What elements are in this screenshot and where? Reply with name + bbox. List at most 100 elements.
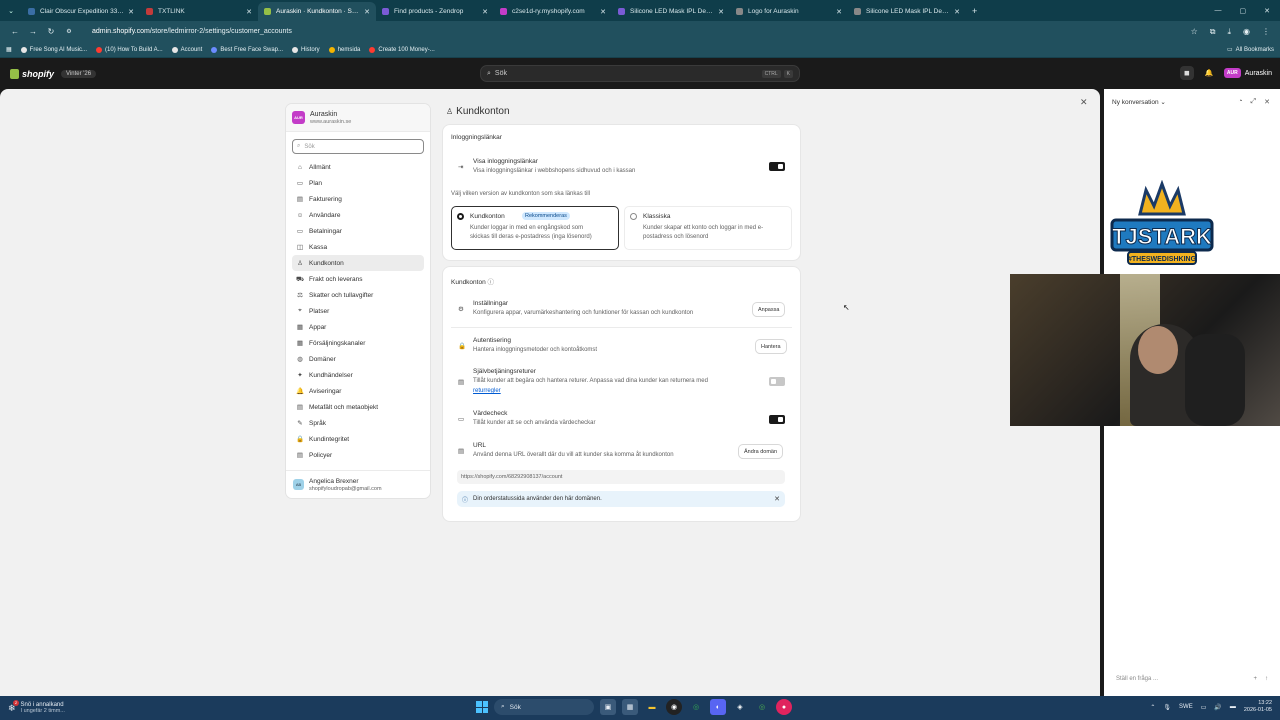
sidebar-item[interactable]: ⛟ Frakt och leverans — [292, 271, 424, 287]
sidebar-item[interactable]: 🔒 Kundintegritet — [292, 431, 424, 447]
option-classic-accounts[interactable]: Klassiska Kunder skapar ett konto och lo… — [624, 206, 792, 250]
close-tab-icon[interactable]: ✕ — [364, 8, 370, 16]
profile-icon[interactable]: ◉ — [1243, 27, 1250, 37]
close-tab-icon[interactable]: ✕ — [128, 8, 134, 16]
download-icon[interactable]: ⤓ — [1227, 27, 1231, 37]
chat-title[interactable]: Ny konversation ⌄ — [1112, 98, 1166, 106]
url-field[interactable]: admin.shopify.com/store/ledmirror-2/sett… — [92, 28, 1191, 35]
sidebar-item[interactable]: ▭ Betalningar — [292, 223, 424, 239]
bookmark-item[interactable]: (10) How To Build A... — [96, 46, 163, 53]
browser-menu-icon[interactable]: ⋮ — [1262, 27, 1270, 37]
close-tab-icon[interactable]: ✕ — [836, 8, 842, 16]
dismiss-banner-icon[interactable]: ✕ — [774, 495, 780, 503]
radio-new-accounts[interactable] — [457, 213, 464, 220]
sidebar-item[interactable]: ⌂ Allmänt — [292, 159, 424, 175]
maximize-icon[interactable]: ▢ — [1240, 7, 1247, 15]
expand-icon[interactable]: ⤢ — [1251, 98, 1257, 106]
site-info-icon[interactable]: ⚙ — [60, 28, 78, 35]
back-icon[interactable]: ← — [6, 27, 24, 36]
return-rules-link[interactable]: returregler — [473, 388, 501, 394]
customize-button[interactable]: Anpassa — [753, 303, 785, 316]
file-explorer-icon[interactable]: ▬ — [644, 699, 660, 715]
bookmark-item[interactable]: History — [292, 46, 320, 53]
tray-chevron-icon[interactable]: ⌃ — [1150, 704, 1155, 711]
volume-icon[interactable]: 🔊 — [1214, 704, 1221, 711]
tab-search-icon[interactable]: ⌄ — [0, 0, 22, 21]
send-icon[interactable]: ↑ — [1265, 676, 1268, 682]
close-chat-icon[interactable]: ✕ — [1264, 98, 1270, 106]
all-bookmarks-button[interactable]: ▭ All Bookmarks — [1227, 46, 1274, 54]
bookmark-item[interactable]: Best Free Face Swap... — [211, 46, 283, 53]
chrome-profile-icon[interactable]: ◎ — [754, 699, 770, 715]
self-service-returns-toggle[interactable] — [769, 377, 785, 386]
sidekick-icon[interactable]: ◼ — [1179, 66, 1194, 80]
sidebar-item[interactable]: ▭ Plan — [292, 175, 424, 191]
browser-tab[interactable]: Auraskin · Kundkonton · Shopify ✕ — [258, 2, 376, 21]
browser-tab[interactable]: c2se1d-ry.myshopify.com ✕ — [494, 2, 612, 21]
apps-icon[interactable]: ▦ — [6, 46, 12, 53]
bookmark-star-icon[interactable]: ☆ — [1191, 27, 1198, 37]
sidebar-item[interactable]: ⌖ Platser — [292, 303, 424, 319]
close-tab-icon[interactable]: ✕ — [718, 8, 724, 16]
close-tab-icon[interactable]: ✕ — [954, 8, 960, 16]
sidebar-item[interactable]: ▦ Försäljningskanaler — [292, 335, 424, 351]
mic-icon[interactable]: 🎙 — [1163, 704, 1171, 711]
bookmark-item[interactable]: Free Song AI Music... — [20, 46, 87, 53]
language-indicator[interactable]: SWE — [1179, 704, 1193, 710]
battery-icon[interactable]: ▬ — [1230, 704, 1236, 710]
option-new-accounts[interactable]: Kundkonton Rekommenderas Kunder loggar i… — [451, 206, 619, 250]
settings-search-input[interactable]: ⌕ Sök — [292, 139, 424, 154]
gift-card-toggle[interactable] — [769, 415, 785, 424]
sidebar-item[interactable]: ▤ Fakturering — [292, 191, 424, 207]
sidebar-item[interactable]: ☺ Användare — [292, 207, 424, 223]
browser-tab[interactable]: Find products - Zendrop ✕ — [376, 2, 494, 21]
app-pink-icon[interactable]: ● — [776, 699, 792, 715]
sidebar-item[interactable]: ▤ Policyer — [292, 447, 424, 463]
radio-classic-accounts[interactable] — [630, 213, 637, 220]
notifications-bell-icon[interactable]: 🔔 — [1202, 66, 1216, 80]
browser-tab[interactable]: Silicone LED Mask IPL Device fo ✕ — [612, 2, 730, 21]
shopify-logo[interactable]: shopify — [10, 69, 54, 79]
current-user[interactable]: AB Angelica Brexner shopifyloudropab@gma… — [286, 470, 430, 498]
manage-button[interactable]: Hantera — [756, 340, 786, 353]
close-tab-icon[interactable]: ✕ — [600, 8, 606, 16]
store-header[interactable]: AUR Auraskin www.auraskin.se — [286, 104, 430, 132]
bookmark-item[interactable]: Account — [171, 46, 202, 53]
sidebar-item[interactable]: ◫ Kassa — [292, 239, 424, 255]
change-domain-button[interactable]: Ändra domän — [739, 445, 783, 458]
obs-icon[interactable]: ◉ — [666, 699, 682, 715]
history-icon[interactable]: ◔ — [1238, 98, 1242, 106]
bookmark-item[interactable]: hemsida — [328, 46, 360, 53]
close-tab-icon[interactable]: ✕ — [482, 8, 488, 16]
sidebar-item[interactable]: ⚖ Skatter och tullavgifter — [292, 287, 424, 303]
account-url-field[interactable]: https://shopify.com/68292908137/account — [457, 470, 785, 484]
forward-icon[interactable]: → — [24, 27, 42, 36]
admin-search-input[interactable]: ⌕ Sök CTRL K — [480, 65, 800, 82]
sidebar-item[interactable]: ▤ Metafält och metaobjekt — [292, 399, 424, 415]
sidebar-item[interactable]: ✦ Kundhändelser — [292, 367, 424, 383]
extensions-icon[interactable]: ⧉ — [1210, 27, 1216, 37]
chrome-icon[interactable]: ◎ — [688, 699, 704, 715]
discord-icon[interactable]: ◐ — [710, 699, 726, 715]
close-settings-icon[interactable]: ✕ — [1080, 97, 1088, 108]
reload-icon[interactable]: ↻ — [42, 27, 60, 36]
windows-start-icon[interactable] — [476, 701, 488, 713]
taskbar-search[interactable]: ⌕ Sök — [494, 699, 594, 715]
chat-input[interactable]: Ställ en fråga ... + ↑ — [1112, 672, 1272, 686]
add-icon[interactable]: + — [1253, 676, 1257, 682]
store-menu[interactable]: AUR Auraskin — [1223, 68, 1272, 78]
browser-tab[interactable]: Silicone LED Mask IPL Device fo ✕ — [848, 2, 966, 21]
sidebar-item[interactable]: ✎ Språk — [292, 415, 424, 431]
browser-tab[interactable]: Logo for Auraskin ✕ — [730, 2, 848, 21]
browser-tab[interactable]: TXTLINK ✕ — [140, 2, 258, 21]
info-icon[interactable]: ⓘ — [488, 279, 495, 286]
sidebar-item[interactable]: 🔔 Aviseringar — [292, 383, 424, 399]
weather-widget[interactable]: ❄ 2 Snö i annalkand I ungefär 2 timm... — [8, 699, 65, 714]
sidebar-item[interactable]: ▦ Appar — [292, 319, 424, 335]
minimize-icon[interactable]: — — [1215, 7, 1222, 15]
store-app-icon[interactable]: ▦ — [622, 699, 638, 715]
sidebar-item[interactable]: ◍ Domäner — [292, 351, 424, 367]
new-tab-button[interactable]: + — [972, 6, 977, 16]
sidebar-item[interactable]: ♙ Kundkonton — [292, 255, 424, 271]
bookmark-item[interactable]: Create 100 Money-... — [369, 46, 435, 53]
